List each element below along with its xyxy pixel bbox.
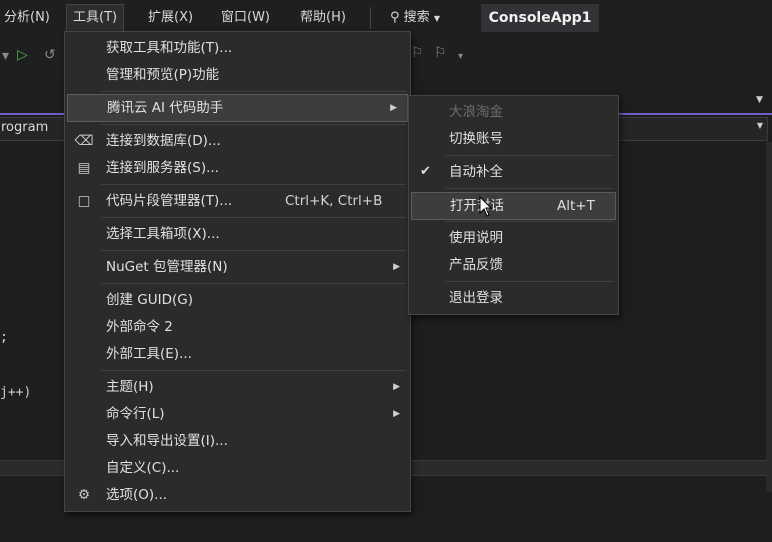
nav-dropdown-type[interactable]: rogram [0, 117, 67, 141]
menu-item-connect-database[interactable]: ⌫ 连接到数据库(D)... [65, 128, 410, 154]
submenu-item-usage-guide[interactable]: 使用说明 [409, 225, 618, 251]
submenu-item-auto-complete[interactable]: ✔ 自动补全 [409, 159, 618, 185]
menu-separator [445, 221, 614, 222]
snippet-icon: □ [77, 193, 91, 209]
menu-item-snippet-manager[interactable]: □ 代码片段管理器(T)... Ctrl+K, Ctrl+B [65, 188, 410, 214]
tab-dropdown-icon[interactable]: ▼ [756, 95, 763, 105]
menu-item-external-command[interactable]: 外部命令 2 [65, 314, 410, 340]
submenu-item-feedback[interactable]: 产品反馈 [409, 252, 618, 278]
submenu-arrow-icon: ▶ [393, 262, 400, 272]
submenu-item-dalangtaojin: 大浪淘金 [449, 104, 503, 120]
menu-separator [101, 250, 406, 251]
chevron-down-icon: ▼ [756, 121, 763, 130]
menu-separator [101, 217, 406, 218]
menu-window[interactable]: 窗口(W) [215, 5, 276, 31]
menu-item-import-export[interactable]: 导入和导出设置(I)... [65, 428, 410, 454]
bookmark-next-icon[interactable]: ⚐ [434, 45, 447, 61]
hot-reload-icon[interactable]: ↺ [44, 47, 56, 63]
menu-separator [445, 188, 614, 189]
menu-item-command-line[interactable]: 命令行(L) ▶ [65, 401, 410, 427]
code-fragment: j++) [0, 385, 32, 400]
dropdown-arrow-icon[interactable]: ▾ [2, 48, 9, 64]
menu-separator [445, 155, 614, 156]
menu-item-customize[interactable]: 自定义(C)... [65, 455, 410, 481]
search-label: 搜索 [403, 10, 430, 25]
menu-separator [101, 370, 406, 371]
menu-item-nuget[interactable]: NuGet 包管理器(N) ▶ [65, 254, 410, 280]
server-connect-icon: ▤ [77, 160, 91, 176]
menu-item-external-tools[interactable]: 外部工具(E)... [65, 341, 410, 367]
menu-item-create-guid[interactable]: 创建 GUID(G) [65, 287, 410, 313]
tools-menu: 获取工具和功能(T)... 管理和预览(P)功能 腾讯云 AI 代码助手 ▶ ⌫… [64, 31, 411, 512]
menu-analyze[interactable]: 分析(N) [0, 5, 56, 31]
menubar-divider [370, 7, 371, 29]
menu-item-manage-features[interactable]: 管理和预览(P)功能 [65, 62, 410, 88]
menu-separator [445, 281, 614, 282]
submenu-item-logout[interactable]: 退出登录 [409, 285, 618, 311]
menu-extensions[interactable]: 扩展(X) [142, 5, 199, 31]
menu-separator [101, 91, 406, 92]
overflow-icon[interactable]: ▾ [458, 51, 463, 62]
submenu-arrow-icon: ▶ [393, 382, 400, 392]
nav-dropdown-member[interactable]: ▼ [616, 117, 768, 141]
submenu-item-open-chat[interactable]: 打开对话 Alt+T [411, 192, 616, 220]
chevron-down-icon: ▼ [433, 14, 440, 23]
menu-tools[interactable]: 工具(T) [66, 4, 125, 31]
vertical-scrollbar[interactable] [766, 142, 772, 492]
tencent-ai-submenu: 大浪淘金 切换账号 ✔ 自动补全 打开对话 Alt+T 使用说明 产品反馈 退出… [408, 95, 619, 315]
menu-help[interactable]: 帮助(H) [294, 5, 352, 31]
menu-separator [101, 283, 406, 284]
menu-separator [101, 124, 406, 125]
gear-icon: ⚙ [77, 487, 91, 503]
submenu-arrow-icon: ▶ [393, 409, 400, 419]
search-icon: ⚲ [390, 10, 400, 25]
submenu-arrow-icon: ▶ [390, 103, 397, 113]
menu-item-choose-toolbox[interactable]: 选择工具箱项(X)... [65, 221, 410, 247]
solution-name: ConsoleApp1 [481, 4, 599, 32]
database-connect-icon: ⌫ [74, 133, 94, 149]
mouse-cursor-icon [479, 196, 493, 217]
submenu-item-switch-account[interactable]: 切换账号 [409, 126, 618, 152]
checkmark-icon: ✔ [420, 164, 431, 179]
menu-separator [101, 184, 406, 185]
menu-item-options[interactable]: ⚙ 选项(O)... [65, 482, 410, 508]
code-fragment: ; [0, 330, 8, 345]
start-debug-icon[interactable]: ▷ [17, 47, 28, 63]
menu-item-get-tools[interactable]: 获取工具和功能(T)... [65, 35, 410, 61]
menu-item-theme[interactable]: 主题(H) ▶ [65, 374, 410, 400]
nav-label: rogram [1, 120, 49, 135]
menu-item-connect-server[interactable]: ▤ 连接到服务器(S)... [65, 155, 410, 181]
search-button[interactable]: ⚲ 搜索 ▼ [384, 5, 446, 31]
bookmark-icon[interactable]: ⚐ [411, 45, 424, 61]
menu-item-tencent-ai[interactable]: 腾讯云 AI 代码助手 ▶ [67, 94, 408, 122]
